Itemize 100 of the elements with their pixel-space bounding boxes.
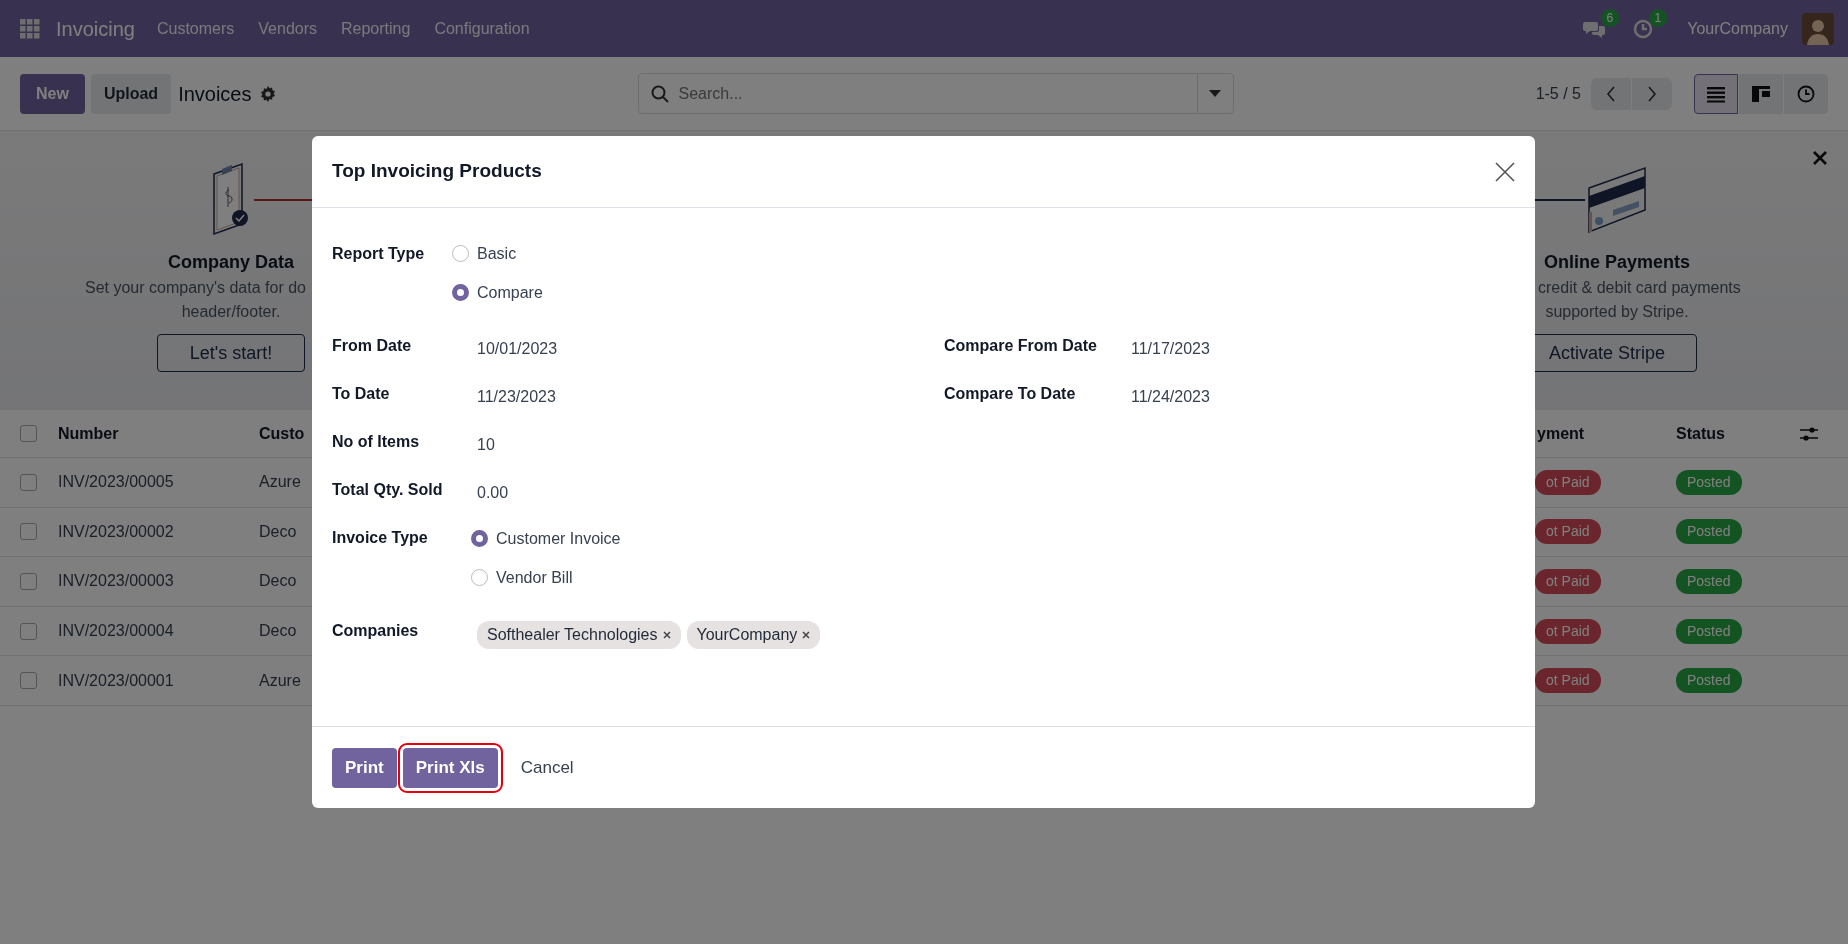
field-value[interactable]: 11/17/2023	[1131, 334, 1210, 361]
close-icon[interactable]	[1813, 151, 1827, 165]
field-label: Report Type	[332, 243, 426, 264]
cancel-button[interactable]: Cancel	[507, 747, 587, 788]
field-label: Compare To Date	[944, 384, 1077, 404]
radio-button[interactable]	[471, 530, 488, 547]
radio-label[interactable]: Compare	[477, 280, 543, 305]
next-button[interactable]	[1632, 77, 1672, 110]
radio-button[interactable]	[452, 284, 469, 301]
search-field[interactable]: Search...	[668, 80, 1197, 107]
dialog-title: Top Invoicing Products	[332, 159, 542, 184]
field-label: Companies	[332, 621, 420, 641]
field-label: Compare From Date	[944, 336, 1098, 356]
status-badge: Posted	[1676, 469, 1742, 495]
step-title: Company Data	[168, 251, 294, 274]
search-icon	[650, 84, 669, 103]
remove-icon[interactable]	[802, 631, 811, 639]
settings-icon[interactable]	[259, 85, 276, 102]
step-button[interactable]: Let's start!	[157, 334, 305, 372]
radio-button[interactable]	[452, 245, 469, 262]
avatar[interactable]	[1802, 12, 1834, 45]
radio-label[interactable]: Vendor Bill	[496, 565, 573, 590]
radio-button[interactable]	[471, 569, 488, 586]
column-header[interactable]: Status	[1676, 421, 1725, 446]
field-label: To Date	[332, 384, 391, 404]
checkbox[interactable]	[20, 523, 37, 541]
radio-label[interactable]: Customer Invoice	[496, 526, 621, 551]
company-tag[interactable]: YourCompany	[686, 621, 821, 649]
status-badge: Posted	[1676, 618, 1742, 644]
column-header[interactable]: yment	[1535, 421, 1585, 446]
radio-label[interactable]: Basic	[477, 241, 517, 266]
field-value[interactable]: 11/23/2023	[477, 382, 556, 409]
checkbox[interactable]	[20, 425, 37, 442]
table-cell-text: Deco	[259, 621, 297, 642]
search-bar[interactable]: Search...	[637, 73, 1234, 114]
status-badge: Posted	[1676, 668, 1742, 694]
column-settings-icon[interactable]	[1800, 425, 1818, 442]
step-title: Online Payments	[1543, 251, 1691, 274]
upload-button[interactable]: Upload	[90, 73, 172, 114]
table-cell-text: INV/2023/00003	[58, 571, 174, 592]
step-description-line: credit & debit card payments	[1537, 278, 1742, 298]
checkbox[interactable]	[20, 622, 37, 640]
tag-label: Softhealer Technologies	[487, 625, 658, 645]
count-badge: 1	[1648, 8, 1668, 27]
table-cell-text: Deco	[259, 571, 297, 592]
field-value[interactable]: 11/24/2023	[1131, 382, 1210, 409]
menu-item[interactable]: Vendors	[258, 16, 317, 41]
tag-label: YourCompany	[696, 625, 798, 645]
view-button[interactable]	[1694, 73, 1738, 114]
app-name[interactable]: Invoicing	[56, 13, 135, 44]
column-header[interactable]: Number	[58, 421, 119, 446]
status-badge: Posted	[1676, 569, 1742, 594]
field-label: No of Items	[332, 432, 421, 452]
caret-icon[interactable]	[1209, 89, 1221, 98]
table-cell-text: Azure	[259, 472, 301, 493]
field-value[interactable]: 10	[477, 430, 495, 457]
count-badge: 6	[1600, 8, 1620, 27]
field-label: Invoice Type	[332, 528, 429, 548]
status-badge: Posted	[1676, 519, 1742, 545]
step-description-line: supported by Stripe.	[1544, 302, 1690, 322]
menu-item[interactable]: Configuration	[434, 16, 530, 41]
new-button[interactable]: New	[20, 73, 85, 114]
print-button[interactable]: Print	[332, 747, 397, 788]
payment-status-badge: ot Paid	[1535, 519, 1601, 545]
table-cell-text: INV/2023/00001	[58, 670, 174, 691]
list-view-icon	[1707, 84, 1725, 103]
payment-status-badge: ot Paid	[1535, 668, 1601, 694]
chevron-right-icon	[1647, 85, 1657, 102]
payment-status-badge: ot Paid	[1535, 569, 1601, 594]
checkbox[interactable]	[20, 573, 37, 590]
checkbox[interactable]	[20, 672, 37, 690]
pager-value: 1-5 / 5	[1535, 83, 1581, 104]
field-label: Total Qty. Sold	[332, 480, 444, 500]
close-icon[interactable]	[1495, 161, 1515, 182]
table-cell-text: INV/2023/00002	[58, 521, 174, 542]
checkbox[interactable]	[20, 473, 37, 491]
previous-button[interactable]	[1591, 77, 1631, 110]
company-name[interactable]: YourCompany	[1687, 16, 1788, 41]
table-cell-text: Deco	[259, 521, 297, 542]
step-description-line: Set your company's data for do	[84, 278, 307, 298]
table-cell-text: INV/2023/00005	[58, 472, 174, 493]
column-header[interactable]: Custo	[259, 421, 305, 446]
remove-icon[interactable]	[662, 631, 671, 639]
table-cell-text: INV/2023/00004	[58, 621, 174, 642]
field-value[interactable]: 10/01/2023	[477, 334, 558, 361]
step-description-line: header/footer.	[180, 302, 282, 322]
clock-icon	[1797, 84, 1815, 103]
payment-status-badge: ot Paid	[1535, 618, 1601, 644]
menu-item[interactable]: Customers	[156, 16, 235, 41]
field-label: From Date	[332, 336, 413, 356]
chevron-left-icon	[1606, 85, 1616, 102]
clock-icon[interactable]	[1633, 18, 1654, 39]
payment-status-badge: ot Paid	[1535, 469, 1601, 495]
kanban-view-icon	[1752, 84, 1770, 103]
menu-item[interactable]: Reporting	[341, 16, 411, 41]
table-cell-text: Azure	[259, 670, 301, 691]
field-value[interactable]: 0.00	[477, 478, 509, 505]
apps-menu-icon[interactable]	[20, 18, 40, 39]
company-tag[interactable]: Softhealer Technologies	[477, 621, 681, 649]
page-title: Invoices	[178, 81, 252, 107]
